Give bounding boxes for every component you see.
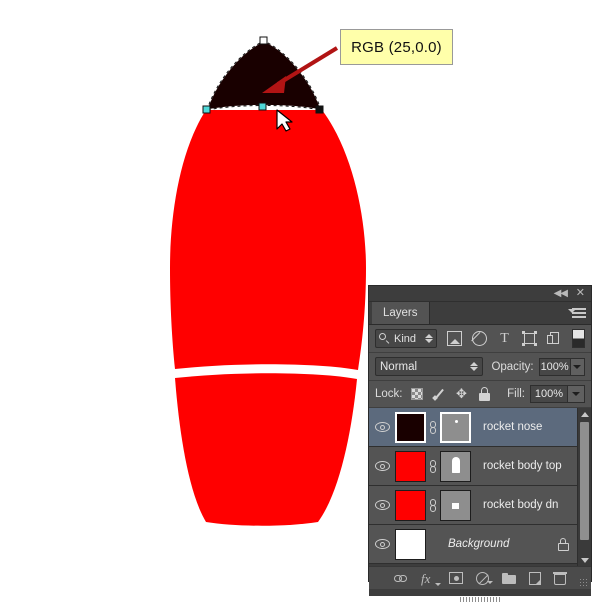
layer-style-fx-icon[interactable]: fx bbox=[421, 571, 441, 586]
screenshot-root: RGB (25,0.0) ◀◀ ✕ Layers Kind T Normal O… bbox=[0, 0, 600, 602]
layer-mask-thumbnail[interactable] bbox=[440, 411, 471, 443]
link-layers-icon[interactable] bbox=[394, 574, 408, 583]
resize-grip-icon[interactable] bbox=[579, 578, 588, 587]
layers-list[interactable]: rocket nose rocket body top rocket body … bbox=[369, 408, 591, 566]
add-layer-mask-icon[interactable] bbox=[449, 572, 463, 584]
filter-toggle-switch[interactable] bbox=[572, 329, 585, 348]
layer-visibility-toggle[interactable] bbox=[369, 461, 395, 471]
new-adjustment-layer-icon[interactable] bbox=[476, 571, 493, 585]
chevron-updown-icon[interactable] bbox=[425, 334, 433, 343]
layer-visibility-toggle[interactable] bbox=[369, 500, 395, 510]
table-row[interactable]: rocket nose bbox=[369, 408, 591, 447]
eye-icon bbox=[374, 539, 390, 549]
path-anchor-point[interactable] bbox=[259, 36, 268, 45]
lock-position-icon[interactable]: ✥ bbox=[455, 387, 469, 401]
layers-panel[interactable]: ◀◀ ✕ Layers Kind T Normal Opacity: 100% … bbox=[368, 285, 592, 602]
lock-all-icon[interactable] bbox=[478, 387, 492, 401]
layer-thumbnail[interactable] bbox=[395, 489, 426, 521]
path-anchor-point[interactable] bbox=[202, 105, 211, 114]
table-row[interactable]: Background bbox=[369, 525, 591, 564]
layers-scrollbar[interactable] bbox=[577, 408, 591, 566]
layer-name[interactable]: rocket body dn bbox=[483, 499, 558, 511]
panel-bottom-strip bbox=[369, 589, 591, 602]
tab-layers[interactable]: Layers bbox=[372, 302, 430, 324]
layer-filter-row: Kind T bbox=[369, 325, 591, 353]
opacity-label: Opacity: bbox=[491, 360, 534, 373]
lock-label: Lock: bbox=[375, 388, 403, 400]
layer-thumbnail[interactable] bbox=[395, 528, 426, 560]
lock-row: Lock: ✥ Fill: 100% bbox=[369, 381, 591, 408]
new-layer-icon[interactable] bbox=[529, 571, 541, 585]
type-layer-filter-icon[interactable]: T bbox=[497, 331, 512, 346]
layer-visibility-toggle[interactable] bbox=[369, 539, 395, 549]
eye-icon bbox=[374, 500, 390, 510]
scroll-up-icon[interactable] bbox=[578, 408, 591, 420]
lock-transparent-pixels-icon[interactable] bbox=[410, 388, 423, 400]
layer-visibility-toggle[interactable] bbox=[369, 422, 395, 432]
opacity-stepper[interactable] bbox=[570, 357, 585, 376]
path-anchor-point[interactable] bbox=[315, 105, 324, 114]
filter-kind-label: Kind bbox=[394, 332, 417, 345]
close-panel-icon[interactable]: ✕ bbox=[576, 287, 585, 300]
lock-icon bbox=[557, 538, 569, 551]
smart-object-filter-icon[interactable] bbox=[547, 331, 562, 346]
layer-mask-link-icon[interactable] bbox=[426, 459, 440, 473]
delete-layer-icon[interactable] bbox=[553, 571, 567, 585]
layer-mask-thumbnail[interactable] bbox=[440, 450, 471, 482]
scrollbar-thumb[interactable] bbox=[580, 422, 589, 540]
fill-label: Fill: bbox=[507, 388, 525, 400]
layer-name[interactable]: rocket nose bbox=[483, 421, 542, 433]
rgb-callout-label: RGB (25,0.0) bbox=[351, 38, 442, 56]
layer-mask-link-icon[interactable] bbox=[426, 420, 440, 434]
eye-icon bbox=[374, 422, 390, 432]
rocket-body-top-shape bbox=[170, 110, 366, 370]
layers-panel-footer: fx bbox=[369, 566, 591, 589]
blend-mode-value: Normal bbox=[380, 360, 418, 373]
lock-image-pixels-icon[interactable] bbox=[432, 387, 446, 401]
fill-value[interactable]: 100% bbox=[530, 385, 568, 403]
layer-mask-link-icon[interactable] bbox=[426, 498, 440, 512]
filter-kind-select[interactable]: Kind bbox=[375, 329, 437, 348]
chevron-updown-icon[interactable] bbox=[470, 362, 479, 371]
adjustment-layer-filter-icon[interactable] bbox=[472, 331, 487, 346]
panel-tab-strip: Layers bbox=[369, 302, 591, 325]
eye-icon bbox=[374, 461, 390, 471]
scroll-down-icon[interactable] bbox=[578, 554, 591, 566]
layer-name[interactable]: Background bbox=[448, 538, 509, 550]
blend-mode-row: Normal Opacity: 100% bbox=[369, 353, 591, 381]
shape-layer-filter-icon[interactable] bbox=[522, 331, 537, 346]
search-icon bbox=[379, 333, 390, 344]
new-group-icon[interactable] bbox=[502, 572, 516, 584]
fill-stepper[interactable] bbox=[568, 385, 585, 403]
table-row[interactable]: rocket body dn bbox=[369, 486, 591, 525]
layer-mask-thumbnail[interactable] bbox=[440, 489, 471, 521]
tab-layers-label: Layers bbox=[383, 307, 418, 319]
collapse-panel-icon[interactable]: ◀◀ bbox=[554, 287, 568, 300]
opacity-value[interactable]: 100% bbox=[538, 357, 571, 376]
blend-mode-select[interactable]: Normal bbox=[375, 357, 484, 376]
layer-thumbnail[interactable] bbox=[395, 411, 426, 443]
panel-menu-icon[interactable] bbox=[568, 306, 586, 320]
pixel-layer-filter-icon[interactable] bbox=[447, 331, 462, 346]
rgb-callout-box: RGB (25,0.0) bbox=[340, 29, 453, 65]
layer-name[interactable]: rocket body top bbox=[483, 460, 562, 472]
table-row[interactable]: rocket body top bbox=[369, 447, 591, 486]
panel-titlebar: ◀◀ ✕ bbox=[369, 286, 591, 302]
layer-thumbnail[interactable] bbox=[395, 450, 426, 482]
path-anchor-point[interactable] bbox=[258, 102, 267, 111]
